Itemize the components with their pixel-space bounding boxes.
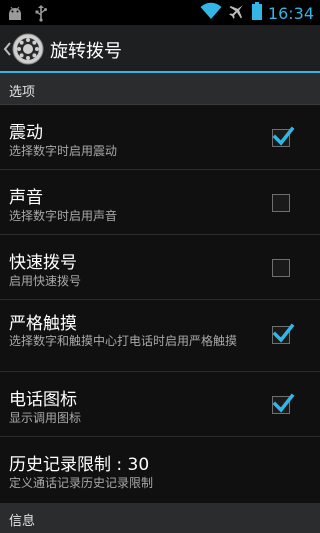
pref-summary: 启用快速拨号 [9, 274, 82, 288]
checkmark-icon [272, 393, 295, 413]
battery-icon [251, 2, 262, 24]
category-label: 信息 [9, 514, 36, 529]
pref-summary: 选择数字和触摸中心打电话时启用严格触摸 [9, 334, 238, 348]
pref-title: 震动 [9, 123, 43, 143]
pref-summary: 选择数字时启用震动 [9, 144, 118, 158]
pref-summary: 显示调用图标 [9, 411, 82, 425]
page-title: 旋转拨号 [50, 41, 122, 62]
pref-title: 快速拨号 [9, 253, 77, 273]
category-header-info: 信息 [0, 503, 320, 533]
airplane-icon [228, 2, 246, 24]
android-notification-icon [6, 5, 24, 25]
wifi-icon [200, 2, 222, 24]
pref-title: 严格触摸 [9, 314, 77, 334]
pref-title: 历史记录限制 : 30 [9, 455, 150, 475]
pref-speed-dial[interactable]: 快速拨号 启用快速拨号 [0, 235, 320, 300]
pref-summary: 定义通话记录历史记录限制 [9, 476, 154, 490]
category-header-options: 选项 [0, 73, 320, 105]
pref-call-icon[interactable]: 电话图标 显示调用图标 [0, 372, 320, 437]
pref-sound[interactable]: 声音 选择数字时启用声音 [0, 170, 320, 235]
checkmark-icon [272, 323, 295, 343]
category-label: 选项 [9, 85, 36, 100]
pref-strict-touch[interactable]: 严格触摸 选择数字和触摸中心打电话时启用严格触摸 [0, 300, 320, 372]
pref-title: 电话图标 [9, 390, 77, 410]
checkmark-icon [272, 126, 295, 146]
call-icon-checkbox[interactable] [272, 393, 295, 414]
strict-touch-checkbox[interactable] [272, 323, 295, 344]
action-bar: 旋转拨号 [0, 25, 320, 73]
pref-title: 声音 [9, 188, 43, 208]
status-bar: 16:34 [0, 0, 320, 25]
vibrate-checkbox[interactable] [272, 126, 295, 147]
sound-checkbox[interactable] [272, 194, 290, 212]
speed-dial-checkbox[interactable] [272, 259, 290, 277]
pref-vibrate[interactable]: 震动 选择数字时启用震动 [0, 105, 320, 170]
pref-summary: 选择数字时启用声音 [9, 209, 118, 223]
back-chevron-icon[interactable] [2, 38, 12, 60]
usb-icon [34, 4, 48, 26]
clock: 16:34 [267, 3, 314, 23]
rotary-dial-icon[interactable] [12, 33, 44, 65]
pref-history-limit[interactable]: 历史记录限制 : 30 定义通话记录历史记录限制 [0, 437, 320, 503]
